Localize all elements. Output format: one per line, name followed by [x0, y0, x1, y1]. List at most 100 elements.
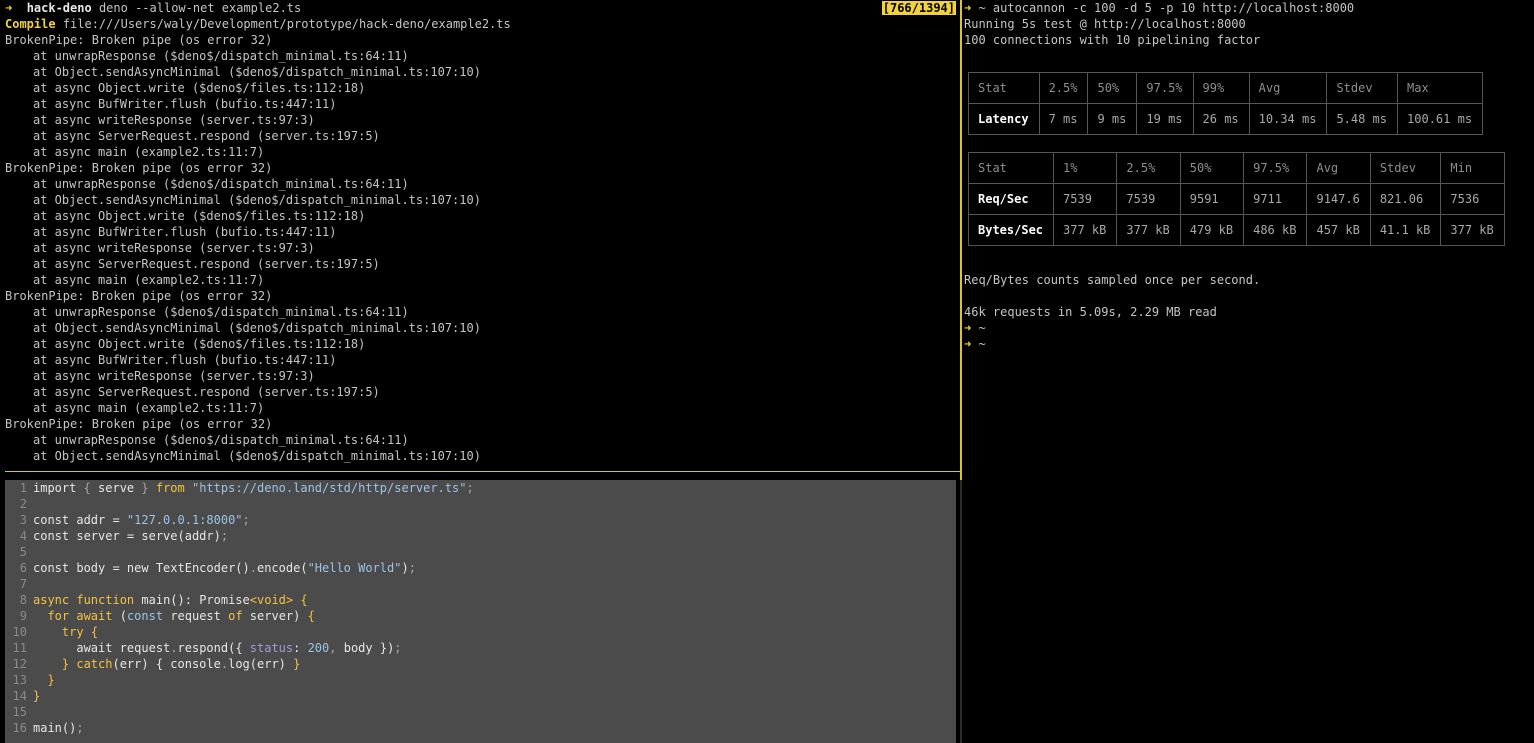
table-cell: 100.61 ms — [1397, 103, 1484, 135]
autocannon-pane[interactable]: ➜ ~ autocannon -c 100 -d 5 -p 10 http://… — [962, 0, 1534, 743]
code-line[interactable]: 7 — [5, 576, 956, 592]
table-cell: 9 ms — [1087, 103, 1138, 135]
code-token: ; — [394, 641, 402, 655]
code-token: } — [141, 481, 156, 495]
table-cell: 10.34 ms — [1248, 103, 1328, 135]
latency-table: Stat 2.5% 50% 97.5% 99% Avg Stdev Max Latency 7 m… — [968, 72, 1484, 135]
table-row: Req/Sec 7539 7539 9591 9711 9147.6 821.06 7536 — [967, 183, 1505, 215]
table-row: Latency 7 ms 9 ms 19 ms 26 ms 10.34 ms 5.48 ms… — [968, 103, 1484, 135]
code-line[interactable]: 12 } catch(err) { console.log(err) } — [5, 656, 956, 672]
code-text: await request.respond({ status: 200, bod… — [33, 640, 402, 656]
code-token: { — [90, 625, 99, 639]
code-token: . — [170, 641, 178, 655]
scroll-position-badge: [766/1394] — [881, 1, 956, 15]
table-cell: 7539 — [1053, 183, 1118, 215]
line-number: 2 — [19, 497, 27, 511]
code-line[interactable]: 14} — [5, 688, 956, 704]
table-cell: 41.1 kB — [1369, 214, 1442, 246]
code-token: . — [249, 561, 257, 575]
table-header-cell: Min — [1440, 152, 1505, 184]
table-cell: 457 kB — [1306, 214, 1371, 246]
editor-lines[interactable]: 1 import { serve } from "https://deno.lan… — [5, 480, 956, 736]
table-header-cell: Stdev — [1369, 152, 1442, 184]
stack-frame-line: at async Object.write ($deno$/files.ts:1… — [33, 81, 366, 95]
code-text: const body = new TextEncoder().encode("H… — [33, 560, 416, 576]
pane-divider-horizontal[interactable] — [5, 471, 961, 472]
code-token: (err) { console — [112, 657, 221, 671]
code-token: from — [155, 481, 192, 495]
code-line[interactable]: 6 const body = new TextEncoder().encode("… — [5, 560, 956, 576]
code-editor-pane[interactable]: 1 import { serve } from "https://deno.lan… — [5, 480, 956, 743]
code-line[interactable]: 13 } — [5, 672, 956, 688]
bench-connections: 100 connections with 10 pipelining facto… — [964, 33, 1261, 47]
code-line[interactable]: 5 — [5, 544, 956, 560]
line-number: 10 — [12, 625, 27, 639]
code-token: const — [126, 609, 171, 623]
code-token: serve — [98, 481, 142, 495]
code-token: ) — [401, 561, 409, 575]
code-text: const server = serve(addr); — [33, 528, 228, 544]
stack-frame-line: at unwrapResponse ($deno$/dispatch_minim… — [33, 177, 409, 191]
table-header-cell: 97.5% — [1243, 152, 1308, 184]
code-text: } — [33, 688, 40, 704]
line-number: 4 — [19, 529, 27, 543]
code-line[interactable]: 11 await request.respond({ status: 200, … — [5, 640, 956, 656]
code-token: const body = — [33, 561, 127, 575]
table-cell: 377 kB — [1053, 214, 1118, 246]
line-number: 13 — [12, 673, 27, 687]
code-text: } — [33, 672, 54, 688]
code-token: "https://deno.land/std/http/server.ts" — [191, 481, 467, 495]
compile-label: Compile — [5, 17, 56, 31]
code-token: { — [83, 481, 99, 495]
line-number: 7 — [19, 577, 27, 591]
error-line: BrokenPipe: Broken pipe (os error 32) — [5, 33, 273, 47]
stack-frame-line: at async main (example2.ts:11:7) — [33, 273, 265, 287]
stack-frame-line: at async ServerRequest.respond (server.t… — [33, 385, 380, 399]
code-line[interactable]: 8 async function main(): Promise<void> { — [5, 592, 956, 608]
code-token: 200 — [307, 641, 330, 655]
deno-log-pane[interactable]: ➜ hack-deno deno --allow-net example2.ts… — [0, 0, 960, 472]
error-line: BrokenPipe: Broken pipe (os error 32) — [5, 161, 273, 175]
log-prompt-line: ➜ hack-deno deno --allow-net example2.ts — [0, 0, 960, 16]
throughput-table-wrap: Stat 1% 2.5% 50% 97.5% Avg Stdev Min Req/Sec 7539… — [962, 152, 1505, 246]
stack-frame-line: at async BufWriter.flush (bufio.ts:447:1… — [33, 353, 337, 367]
code-token: : — [293, 641, 308, 655]
code-token: for — [47, 609, 77, 623]
stack-frame-line: at Object.sendAsyncMinimal ($deno$/dispa… — [33, 321, 481, 335]
code-token: } — [61, 657, 77, 671]
code-line[interactable]: 3 const addr = "127.0.0.1:8000"; — [5, 512, 956, 528]
table-cell: 7536 — [1440, 183, 1505, 215]
stack-frame-line: at async BufWriter.flush (bufio.ts:447:1… — [33, 225, 337, 239]
table-cell: 9591 — [1179, 183, 1245, 215]
sampled-note: Req/Bytes counts sampled once per second… — [964, 273, 1261, 287]
code-line[interactable]: 1 import { serve } from "https://deno.lan… — [5, 480, 956, 496]
line-number: 12 — [12, 657, 27, 671]
throughput-table: Stat 1% 2.5% 50% 97.5% Avg Stdev Min Req/Sec 7539… — [967, 152, 1505, 246]
code-line[interactable]: 10 try { — [5, 624, 956, 640]
code-token: catch — [76, 657, 113, 671]
code-line[interactable]: 16 main(); — [5, 720, 956, 736]
error-line: BrokenPipe: Broken pipe (os error 32) — [5, 289, 273, 303]
table-header-cell: 1% — [1053, 152, 1118, 184]
code-line[interactable]: 4 const server = serve(addr); — [5, 528, 956, 544]
latency-table-wrap: Stat 2.5% 50% 97.5% 99% Avg Stdev Max Latency 7 m… — [962, 72, 1484, 135]
error-line: BrokenPipe: Broken pipe (os error 32) — [5, 417, 273, 431]
code-text: try { — [33, 624, 98, 640]
code-text: main(); — [33, 720, 84, 736]
line-number: 9 — [19, 609, 27, 623]
code-token: "127.0.0.1:8000" — [126, 513, 243, 527]
code-line[interactable]: 15 — [5, 704, 956, 720]
code-line[interactable]: 2 — [5, 496, 956, 512]
code-line[interactable]: 9 for await (const request of server) { — [5, 608, 956, 624]
table-header-cell: Avg — [1306, 152, 1371, 184]
stack-frame-line: at Object.sendAsyncMinimal ($deno$/dispa… — [33, 193, 481, 207]
code-text: const addr = "127.0.0.1:8000"; — [33, 512, 250, 528]
table-cell: 7539 — [1116, 183, 1181, 215]
line-number: 16 — [12, 721, 27, 735]
code-token: { — [300, 593, 308, 607]
stack-frame-line: at Object.sendAsyncMinimal ($deno$/dispa… — [33, 65, 481, 79]
compile-line: Compile file:///Users/waly/Development/p… — [0, 16, 960, 32]
